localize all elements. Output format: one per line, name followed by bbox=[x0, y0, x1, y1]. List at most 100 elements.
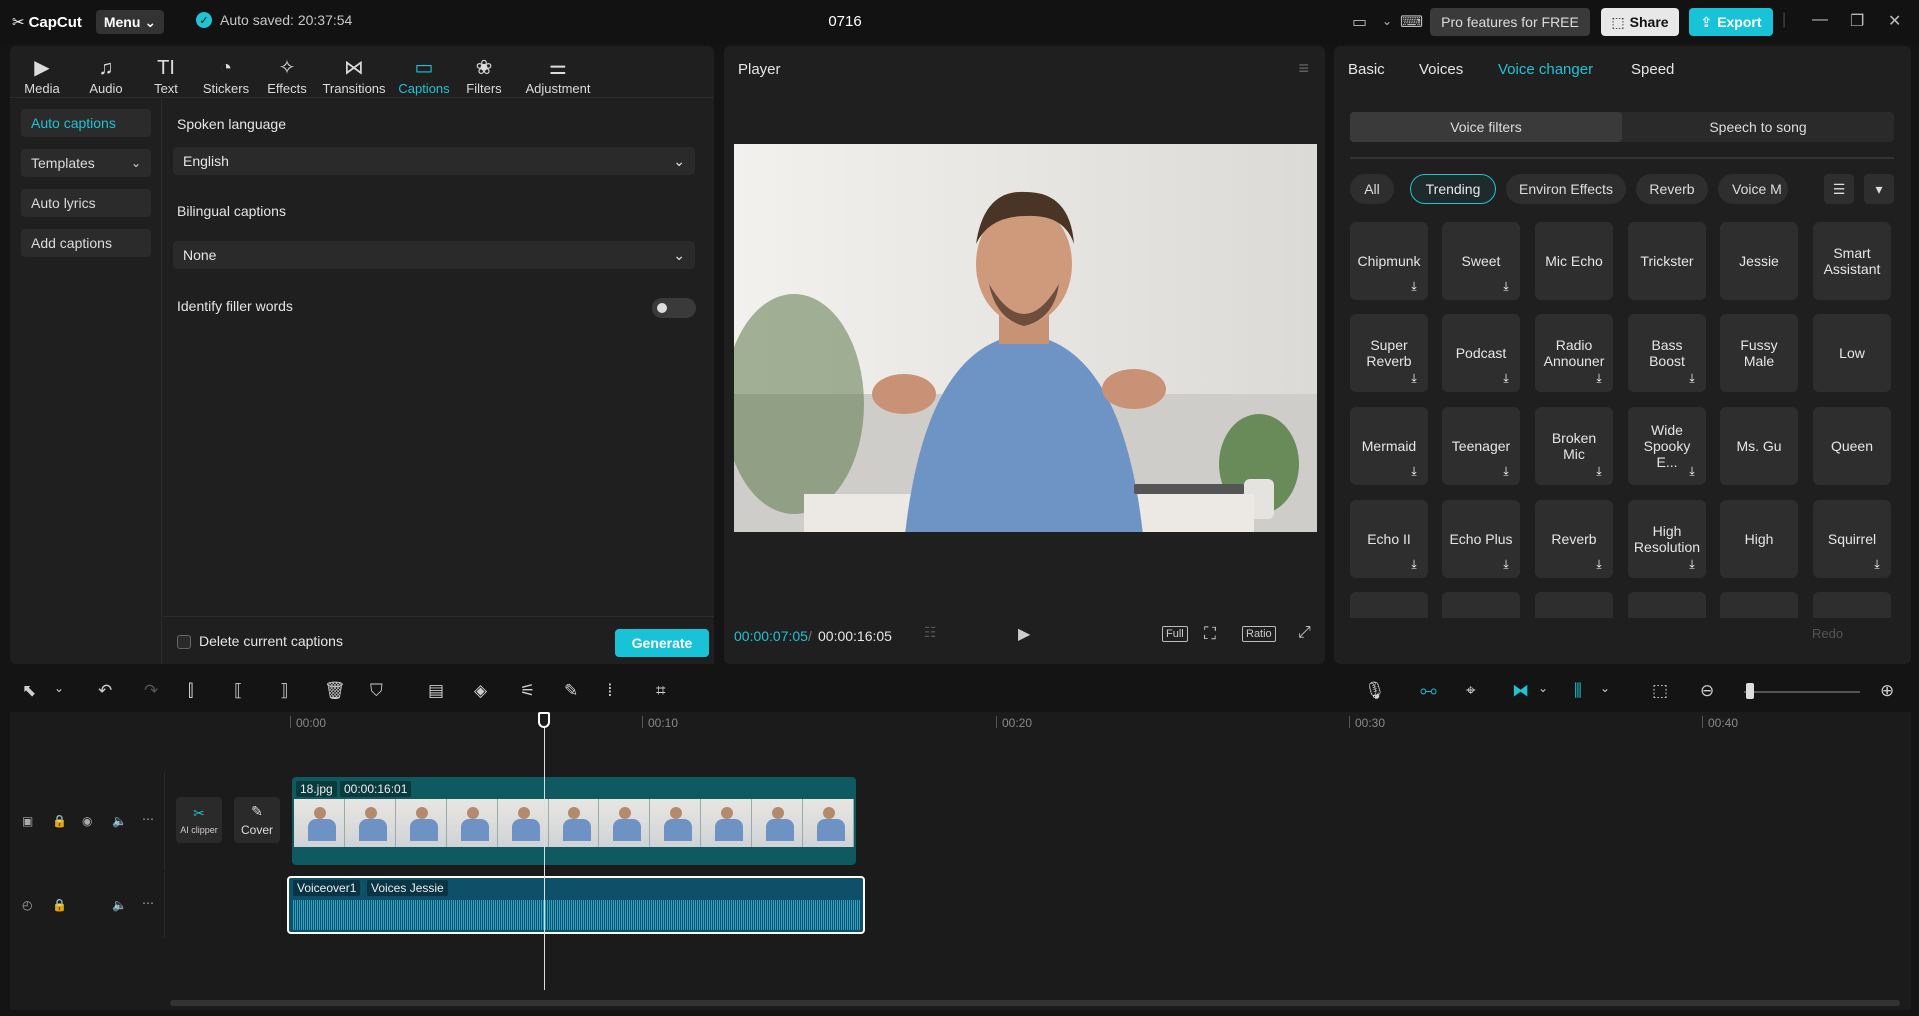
voice-filter-item[interactable]: Echo Plus ⤓ bbox=[1442, 500, 1520, 578]
cover-button[interactable]: ✎ Cover bbox=[234, 797, 280, 843]
sidebar-item-templates[interactable]: Templates ⌄ bbox=[21, 149, 151, 177]
chip-reverb[interactable]: Reverb bbox=[1636, 174, 1708, 204]
split-right-icon[interactable]: ⟧ bbox=[280, 681, 288, 701]
snap-icon[interactable]: ⌖ bbox=[1466, 681, 1476, 701]
download-icon[interactable]: ⤓ bbox=[1406, 556, 1422, 572]
voice-filter-item[interactable]: Jessie bbox=[1720, 222, 1798, 300]
download-icon[interactable]: ⤓ bbox=[1498, 278, 1514, 294]
zoom-fit-icon[interactable]: ⛶ bbox=[1204, 624, 1216, 644]
crop-icon[interactable]: ⌗ bbox=[656, 681, 666, 701]
audio-clip[interactable]: Voiceover1 Voices Jessie bbox=[287, 876, 865, 934]
chevron-down-icon[interactable]: ▾ bbox=[1864, 174, 1894, 204]
close-icon[interactable]: ✕ bbox=[1888, 11, 1901, 31]
pro-features-button[interactable]: Pro features for FREE bbox=[1430, 8, 1590, 36]
video-clip[interactable]: 18.jpg 00:00:16:01 bbox=[292, 777, 856, 865]
voice-filter-item[interactable]: High bbox=[1720, 500, 1798, 578]
voice-filter-item[interactable]: Mermaid ⤓ bbox=[1350, 407, 1428, 485]
restore-icon[interactable]: ❐ bbox=[1850, 11, 1864, 31]
tab-stickers[interactable]: ◔ Stickers bbox=[198, 52, 254, 96]
tab-voices[interactable]: Voices bbox=[1419, 61, 1463, 78]
select-cursor-icon[interactable]: ⬉ bbox=[22, 681, 36, 701]
link-icon[interactable]: ⧟ bbox=[1420, 681, 1437, 701]
layout-icon[interactable]: ▭ bbox=[1352, 12, 1367, 32]
voice-filter-item[interactable]: Reverb ⤓ bbox=[1535, 500, 1613, 578]
download-icon[interactable]: ⤓ bbox=[1406, 463, 1422, 479]
tab-transitions[interactable]: ⋈ Transitions bbox=[320, 52, 388, 96]
generate-button[interactable]: Generate bbox=[615, 629, 709, 657]
voice-filter-item[interactable]: Smart Assistant bbox=[1813, 222, 1891, 300]
video-preview[interactable] bbox=[734, 144, 1317, 532]
add-caption-icon[interactable]: ▤ bbox=[428, 681, 444, 701]
voice-filter-item[interactable]: Squirrel ⤓ bbox=[1813, 500, 1891, 578]
voice-filter-item[interactable]: Sweet ⤓ bbox=[1442, 222, 1520, 300]
share-button[interactable]: ⬚ Share bbox=[1601, 8, 1679, 36]
voice-filter-item[interactable]: Podcast ⤓ bbox=[1442, 314, 1520, 392]
tab-speed[interactable]: Speed bbox=[1631, 61, 1674, 78]
voice-filter-item[interactable]: Fussy Male bbox=[1720, 314, 1798, 392]
tab-basic[interactable]: Basic bbox=[1348, 61, 1385, 78]
split-left-icon[interactable]: ⟦ bbox=[234, 681, 242, 701]
fullscreen-icon[interactable]: ⤢ bbox=[1298, 624, 1311, 642]
tab-adjustment[interactable]: ⚌ Adjustment bbox=[520, 52, 596, 96]
tab-effects[interactable]: ✧ Effects bbox=[262, 52, 312, 96]
download-icon[interactable]: ⤓ bbox=[1498, 370, 1514, 386]
tab-text[interactable]: TI Text bbox=[144, 52, 188, 96]
voice-filter-item[interactable]: Wide Spooky E... ⤓ bbox=[1628, 407, 1706, 485]
layout-dropdown-icon[interactable]: ⌄ bbox=[1382, 14, 1392, 28]
chevron-down-icon[interactable]: ⌄ bbox=[54, 681, 64, 695]
voice-filter-item[interactable]: Trickster bbox=[1628, 222, 1706, 300]
magic-icon[interactable]: ✎ bbox=[564, 681, 578, 701]
voice-filter-item[interactable]: Chipmunk ⤓ bbox=[1350, 222, 1428, 300]
auto-link-icon[interactable]: ⧓ bbox=[1512, 681, 1529, 701]
voice-filter-item[interactable]: High Resolution ⤓ bbox=[1628, 500, 1706, 578]
ratio-button[interactable]: Ratio bbox=[1242, 626, 1276, 642]
split-icon[interactable]: ⫿ bbox=[188, 681, 193, 701]
sidebar-item-auto-captions[interactable]: Auto captions bbox=[21, 109, 151, 137]
spoken-language-select[interactable]: English ⌄ bbox=[173, 147, 695, 175]
voice-filter-item[interactable]: Queen bbox=[1813, 407, 1891, 485]
chevron-down-icon[interactable]: ⌄ bbox=[1538, 681, 1548, 695]
zoom-slider-track[interactable] bbox=[1744, 691, 1860, 693]
zoom-slider-handle[interactable] bbox=[1746, 683, 1754, 699]
microphone-icon[interactable]: 🎙 bbox=[1364, 681, 1386, 701]
voice-filter-item[interactable] bbox=[1813, 592, 1891, 618]
voice-filter-item[interactable]: Broken Mic ⤓ bbox=[1535, 407, 1613, 485]
adjust-icon[interactable]: ⚟ bbox=[520, 681, 535, 701]
voice-filter-item[interactable] bbox=[1442, 592, 1520, 618]
segment-speech-to-song[interactable]: Speech to song bbox=[1622, 112, 1894, 142]
download-icon[interactable]: ⤓ bbox=[1498, 463, 1514, 479]
volume-icon[interactable]: 🔈 bbox=[112, 898, 127, 912]
preview-axis-icon[interactable]: ⫼ bbox=[1574, 681, 1582, 701]
voice-filter-item[interactable] bbox=[1535, 592, 1613, 618]
tab-filters[interactable]: ❀ Filters bbox=[462, 52, 506, 96]
segment-voice-filters[interactable]: Voice filters bbox=[1350, 112, 1622, 142]
chip-trending[interactable]: Trending bbox=[1410, 174, 1496, 204]
tab-audio[interactable]: ♫ Audio bbox=[82, 52, 130, 96]
voice-filter-item[interactable]: Mic Echo bbox=[1535, 222, 1613, 300]
chip-voice-m[interactable]: Voice M bbox=[1718, 174, 1788, 204]
tab-media[interactable]: ▶ Media bbox=[18, 52, 66, 96]
more-icon[interactable]: ⋯ bbox=[142, 896, 154, 910]
chip-environ-effects[interactable]: Environ Effects bbox=[1506, 174, 1626, 204]
ai-effect-icon[interactable]: ◈ bbox=[474, 681, 487, 701]
filler-words-toggle[interactable] bbox=[652, 298, 696, 318]
eye-icon[interactable]: ◉ bbox=[82, 814, 92, 828]
keyboard-icon[interactable]: ⌨ bbox=[1400, 12, 1423, 32]
download-icon[interactable]: ⤓ bbox=[1684, 463, 1700, 479]
download-icon[interactable]: ⤓ bbox=[1591, 370, 1607, 386]
chip-all[interactable]: All bbox=[1350, 174, 1394, 204]
fit-timeline-icon[interactable]: ⬚ bbox=[1652, 681, 1668, 701]
voice-filter-item[interactable] bbox=[1628, 592, 1706, 618]
download-icon[interactable]: ⤓ bbox=[1684, 556, 1700, 572]
voice-filter-item[interactable] bbox=[1720, 592, 1798, 618]
voice-filter-item[interactable]: Echo II ⤓ bbox=[1350, 500, 1428, 578]
bilingual-captions-select[interactable]: None ⌄ bbox=[173, 241, 695, 269]
lock-icon[interactable]: 🔒 bbox=[52, 898, 67, 912]
voice-filter-item[interactable]: Teenager ⤓ bbox=[1442, 407, 1520, 485]
voice-filter-item[interactable] bbox=[1350, 592, 1428, 618]
more-icon[interactable]: ⋯ bbox=[142, 812, 154, 826]
redo-button[interactable]: Redo bbox=[1812, 626, 1843, 641]
sidebar-item-add-captions[interactable]: Add captions bbox=[21, 229, 151, 257]
volume-icon[interactable]: 🔈 bbox=[112, 814, 127, 828]
full-quality-button[interactable]: Full bbox=[1162, 626, 1188, 642]
